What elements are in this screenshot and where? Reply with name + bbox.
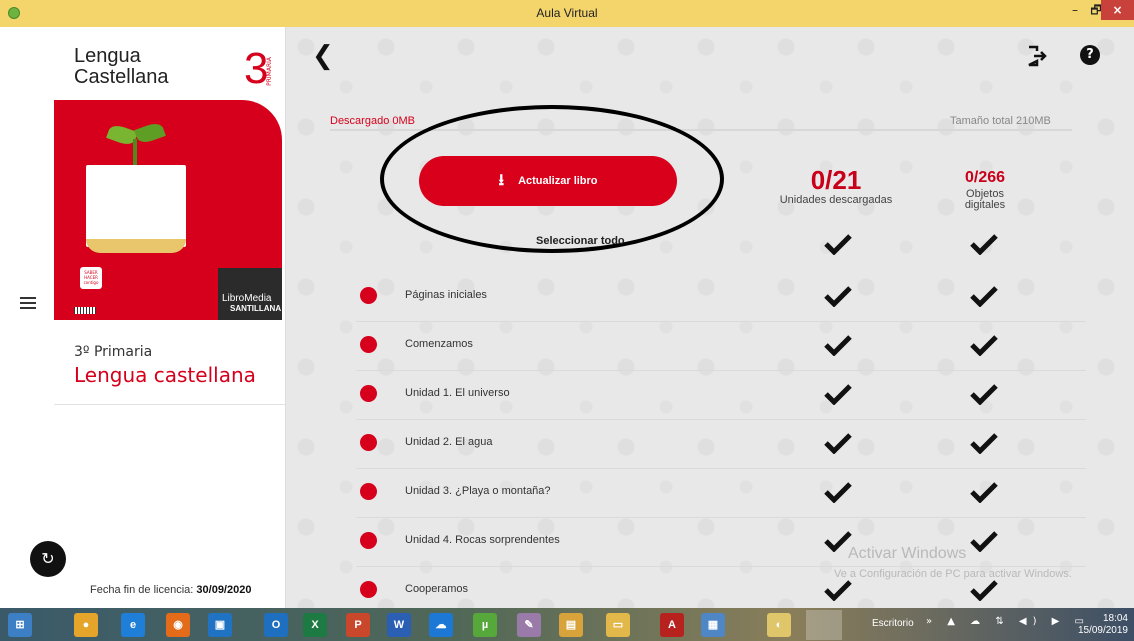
taskbar-files-icon[interactable]: ▤ — [559, 613, 583, 637]
units-label: Unidades descargadas — [779, 194, 893, 206]
clock[interactable]: 18:04 15/09/2019 — [1072, 613, 1128, 637]
objects-check-icon[interactable] — [970, 334, 998, 356]
objects-check-icon[interactable] — [970, 383, 998, 405]
taskbar-explorer-icon[interactable]: ▭ — [606, 613, 630, 637]
unit-status-dot — [360, 287, 377, 304]
menu-icon[interactable] — [20, 297, 36, 309]
plant-stem — [133, 139, 137, 165]
unit-check-icon[interactable] — [824, 579, 852, 601]
taskbar-outlook-icon[interactable]: O — [264, 613, 288, 637]
cover-title-line2: Castellana — [74, 66, 169, 88]
unit-label: Cooperamos — [405, 583, 468, 595]
taskbar: ⊞ ● e ◉ ▣ O X P W ☁ µ ✎ ▤ ▭ A ▦ ◐ Escritorio » ▲ ☁ ⇅ ◀) … — [0, 608, 1134, 641]
objects-check-icon[interactable] — [970, 579, 998, 601]
cover-level-label: PRIMARIA — [266, 57, 273, 86]
license-label: Fecha fin de licencia: — [90, 584, 194, 596]
taskbar-control-icon[interactable]: ▦ — [701, 613, 725, 637]
barcode — [74, 307, 96, 314]
license-info: Fecha fin de licencia: 30/09/2020 — [90, 584, 251, 596]
back-button[interactable]: ❮ — [312, 41, 334, 71]
unit-check-icon[interactable] — [824, 432, 852, 454]
taskbar-excel-icon[interactable]: X — [303, 613, 327, 637]
taskbar-start-icon[interactable]: ⊞ — [8, 613, 32, 637]
taskbar-onedrive-icon[interactable]: ☁ — [429, 613, 453, 637]
taskbar-acrobat-icon[interactable]: A — [660, 613, 684, 637]
unit-label: Unidad 3. ¿Playa o montaña? — [405, 485, 551, 497]
objects-check-icon[interactable] — [970, 285, 998, 307]
total-size: Tamaño total 210MB — [950, 115, 1051, 127]
row-separator — [356, 566, 1086, 567]
subject-label: Lengua castellana — [74, 363, 256, 387]
objects-label-line2: digitales — [964, 199, 1006, 211]
sync-button[interactable]: ↻ — [30, 541, 66, 577]
open-book-icon — [86, 165, 186, 247]
taskbar-ie-icon[interactable]: e — [121, 613, 145, 637]
taskbar-paint-icon[interactable]: ✎ — [517, 613, 541, 637]
unit-label: Unidad 4. Rocas sorprendentes — [405, 534, 560, 546]
activation-watermark-title: Activar Windows — [848, 545, 967, 562]
row-separator — [356, 468, 1086, 469]
objects-check-icon[interactable] — [970, 432, 998, 454]
book-sidebar: Lengua Castellana 3 PRIMARIA SABER HACER… — [0, 27, 286, 608]
window-title: Aula Virtual — [536, 6, 598, 20]
unit-check-icon[interactable] — [824, 481, 852, 503]
divider — [54, 404, 285, 405]
unit-status-dot — [360, 336, 377, 353]
row-separator — [356, 517, 1086, 518]
taskbar-word-icon[interactable]: W — [387, 613, 411, 637]
unit-status-dot — [360, 581, 377, 598]
title-bar: Aula Virtual – 🗗 × — [0, 0, 1134, 27]
help-icon[interactable]: ? — [1080, 45, 1100, 65]
unit-status-dot — [360, 385, 377, 402]
libromedia-label: LibroMedia — [222, 293, 272, 304]
objects-count: 0/266 — [964, 169, 1006, 186]
unit-check-icon[interactable] — [824, 334, 852, 356]
unit-check-icon[interactable] — [824, 383, 852, 405]
grade-label: 3º Primaria — [74, 344, 153, 360]
taskbar-media-icon[interactable]: ▣ — [208, 613, 232, 637]
unit-status-dot — [360, 434, 377, 451]
taskbar-aula-icon[interactable]: ◐ — [767, 613, 791, 637]
clock-date: 15/09/2019 — [1077, 625, 1128, 636]
objects-label: Objetos digitales — [942, 189, 1028, 211]
unit-status-dot — [360, 532, 377, 549]
taskbar-chrome-icon[interactable]: ● — [74, 613, 98, 637]
activation-watermark-text: Ve a Configuración de PC para activar Wi… — [834, 568, 1072, 580]
taskbar-active-highlight — [806, 610, 842, 640]
santillana-label: SANTILLANA — [230, 304, 282, 313]
book-pages — [86, 239, 186, 253]
download-panel: ❮ ? Descargado 0MB Tamaño total 210MB ⭳ A… — [286, 27, 1134, 608]
unit-status-dot — [360, 483, 377, 500]
objects-check-icon[interactable] — [970, 481, 998, 503]
unit-label: Páginas iniciales — [405, 289, 487, 301]
cover-title-line1: Lengua — [74, 45, 141, 67]
taskbar-powerpoint-icon[interactable]: P — [346, 613, 370, 637]
row-separator — [356, 321, 1086, 322]
cover-grade-number: 3 — [244, 44, 269, 93]
unit-check-icon[interactable] — [824, 285, 852, 307]
system-tray[interactable]: » ▲ ☁ ⇅ ◀) ▶ ▭ — [926, 616, 1090, 627]
desktop-toolbar[interactable]: Escritorio — [872, 618, 914, 629]
select-all-label[interactable]: Seleccionar todo — [536, 235, 625, 247]
unit-label: Unidad 1. El universo — [405, 387, 510, 399]
objects-check-icon[interactable] — [970, 530, 998, 552]
taskbar-utorrent-icon[interactable]: µ — [473, 613, 497, 637]
units-count: 0/21 — [810, 165, 862, 195]
saber-hacer-logo: SABER HACER contigo — [80, 267, 102, 289]
close-button[interactable]: × — [1101, 0, 1134, 20]
unit-label: Unidad 2. El agua — [405, 436, 493, 448]
logout-icon[interactable] — [1026, 45, 1048, 67]
license-date: 30/09/2020 — [196, 584, 252, 596]
row-separator — [356, 419, 1086, 420]
taskbar-firefox-icon[interactable]: ◉ — [166, 613, 190, 637]
downloaded-size: Descargado 0MB — [330, 115, 415, 127]
select-all-objects-check-icon[interactable] — [970, 233, 998, 255]
row-separator — [356, 370, 1086, 371]
highlight-ellipse — [380, 105, 724, 253]
clock-time: 18:04 — [1102, 613, 1128, 624]
unit-label: Comenzamos — [405, 338, 473, 350]
select-all-units-check-icon[interactable] — [824, 233, 852, 255]
